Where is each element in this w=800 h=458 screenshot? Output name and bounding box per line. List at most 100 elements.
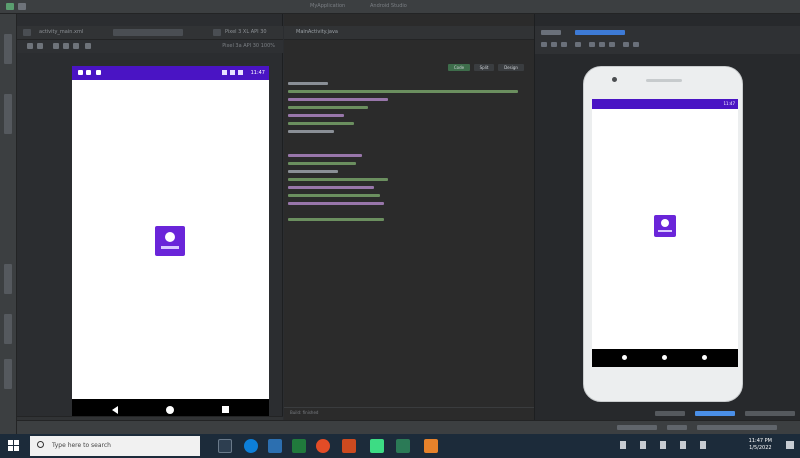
orientation-icon[interactable] (53, 43, 59, 49)
back-icon[interactable] (622, 355, 627, 360)
recents-icon[interactable] (702, 355, 707, 360)
tray-icon[interactable] (620, 441, 626, 449)
speaker-grille (646, 79, 682, 82)
android-studio-icon (6, 3, 14, 10)
status-item (655, 411, 685, 416)
code-line (288, 128, 528, 136)
app-icon[interactable] (396, 439, 410, 453)
recents-icon[interactable] (222, 406, 229, 413)
component-tree-icon[interactable] (213, 29, 221, 36)
code-line (288, 192, 528, 200)
phone-time: 11:47 (250, 70, 265, 76)
home-icon[interactable] (166, 406, 174, 414)
code-line (288, 96, 528, 104)
battery-icon (238, 70, 243, 75)
android-studio-icon[interactable] (370, 439, 384, 453)
code-editor[interactable]: MainActivity.java Code Split Design Buil… (284, 14, 534, 434)
code-line (288, 88, 528, 96)
search-icon (37, 441, 44, 448)
taskbar-search[interactable]: Type here to search (30, 436, 200, 456)
tray-icon[interactable] (660, 441, 666, 449)
edge-icon[interactable] (244, 439, 258, 453)
chrome-icon[interactable] (316, 439, 330, 453)
build-status: Build: finished (290, 410, 319, 415)
volume-down-icon[interactable] (561, 42, 567, 47)
emulator-screen[interactable]: 11:47 (592, 99, 738, 367)
blueprint-icon[interactable] (37, 43, 43, 49)
app-logo (155, 226, 185, 256)
code-line (288, 104, 528, 112)
windows-start-icon[interactable] (8, 440, 20, 452)
night-mode-icon[interactable] (63, 43, 69, 49)
emulator-pane: 11:47 (534, 14, 800, 434)
task-view-icon[interactable] (218, 439, 232, 453)
home-icon[interactable] (662, 355, 667, 360)
phone-status-bar: 11:47 (72, 66, 269, 80)
editor-tab-bar: MainActivity.java (284, 26, 534, 40)
device-selector[interactable] (113, 29, 183, 36)
office-icon[interactable] (342, 439, 356, 453)
clock-date: 1/5/2022 (749, 445, 772, 451)
device-icon[interactable] (73, 43, 79, 49)
store-icon[interactable] (292, 439, 306, 453)
editor-status-line: Build: finished (284, 407, 534, 417)
menu-icon[interactable] (18, 3, 26, 10)
resource-manager-tab[interactable] (4, 94, 12, 134)
more-icon[interactable] (633, 42, 639, 47)
taskbar-clock[interactable]: 11:47 PM 1/5/2022 (749, 438, 772, 452)
event-log-button[interactable] (695, 411, 735, 416)
overview-icon[interactable] (609, 42, 615, 47)
camera-icon (612, 77, 617, 82)
favorites-tab[interactable] (4, 314, 12, 344)
file-explorer-icon[interactable] (268, 439, 282, 453)
app-icon[interactable] (424, 439, 438, 453)
ide-status-bar (17, 420, 800, 434)
split-mode-button[interactable]: Split (474, 64, 494, 71)
logo-wordmark (658, 230, 672, 232)
design-phone-preview: 11:47 (72, 66, 269, 421)
code-line (288, 120, 528, 128)
code-line (288, 112, 528, 120)
code-line (288, 160, 528, 168)
palette-icon[interactable] (23, 29, 31, 36)
window-title: MyApplication (310, 3, 346, 9)
power-icon[interactable] (541, 42, 547, 47)
back-icon[interactable] (589, 42, 595, 47)
api-level-icon[interactable] (85, 43, 91, 49)
tool-window-strip (0, 14, 17, 434)
device-label: Pixel 3 XL API 30 (225, 29, 267, 35)
design-mode-icon[interactable] (27, 43, 33, 49)
home-icon[interactable] (599, 42, 605, 47)
code-content (288, 80, 528, 224)
search-placeholder: Type here to search (52, 442, 111, 449)
status-item (667, 425, 687, 430)
phone-time: 11:47 (723, 101, 735, 106)
phone-nav-bar (592, 349, 738, 367)
design-mode-button[interactable]: Design (498, 64, 524, 71)
editor-tab[interactable]: MainActivity.java (296, 29, 338, 35)
code-line (288, 152, 528, 160)
screenshot-icon[interactable] (623, 42, 629, 47)
notifications-icon[interactable] (786, 441, 794, 449)
project-tab[interactable] (4, 34, 12, 64)
notification-icon (96, 70, 101, 75)
emulator-device-tab[interactable] (575, 30, 625, 35)
tray-icon[interactable] (640, 441, 646, 449)
code-mode-button[interactable]: Code (448, 64, 470, 71)
volume-up-icon[interactable] (551, 42, 557, 47)
back-icon[interactable] (112, 406, 118, 414)
logo-mark (165, 232, 175, 242)
volume-icon[interactable] (700, 441, 706, 449)
layout-inspector-button[interactable] (745, 411, 795, 416)
build-variants-tab[interactable] (4, 359, 12, 389)
structure-tab[interactable] (4, 264, 12, 294)
wifi-icon (222, 70, 227, 75)
code-line (288, 168, 528, 176)
wifi-icon[interactable] (680, 441, 686, 449)
emulator-tab[interactable] (541, 30, 561, 35)
code-line (288, 200, 528, 208)
rotate-icon[interactable] (575, 42, 581, 47)
